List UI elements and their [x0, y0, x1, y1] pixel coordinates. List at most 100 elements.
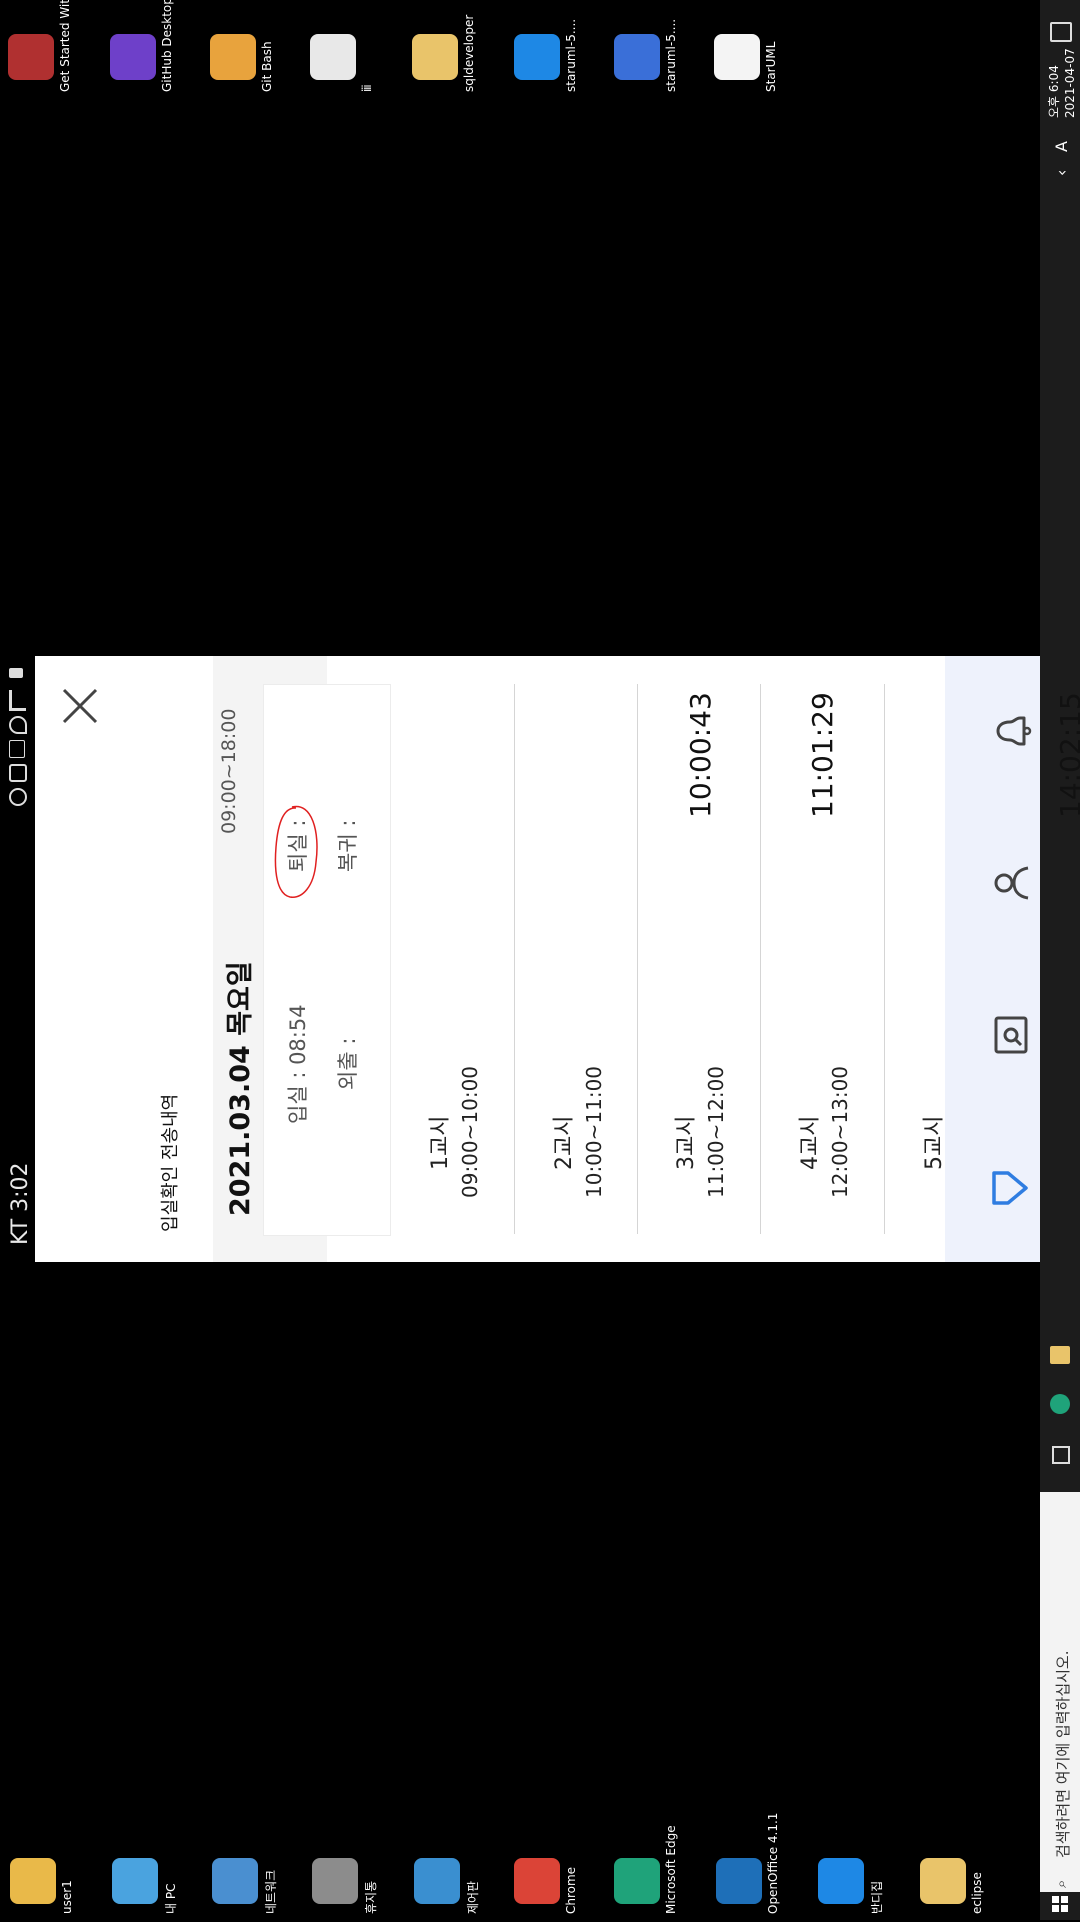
- clock-time: 오후 6:04: [1047, 65, 1061, 118]
- row-divider: [760, 684, 761, 1234]
- period-range: 12:00~13:00: [828, 1065, 852, 1198]
- close-button[interactable]: [60, 686, 100, 726]
- desktop-icon-label: 휴지통: [364, 1880, 378, 1914]
- period-range: 11:00~12:00: [704, 1065, 728, 1198]
- desktop-icon[interactable]: staruml-5....: [514, 19, 578, 98]
- period-name: 5교시: [922, 1115, 947, 1170]
- zip-icon: [514, 34, 560, 80]
- network-icon: [212, 1858, 258, 1904]
- period-checkin-time: 11:01:29: [806, 692, 839, 818]
- desktop-icon-label: staruml-5....: [564, 18, 578, 92]
- profile-icon: [994, 866, 1029, 900]
- folder-icon: [412, 34, 458, 80]
- pc-icon: [112, 1858, 158, 1904]
- github-icon: [110, 34, 156, 80]
- oracle-icon: [8, 34, 54, 80]
- desktop-icon-label: Git Bash: [260, 41, 274, 92]
- desktop-icon[interactable]: 네트워크: [212, 1858, 278, 1922]
- control-panel-icon: [414, 1858, 460, 1904]
- action-center-icon[interactable]: [1050, 22, 1072, 42]
- desktop-icon[interactable]: Microsoft Edge: [614, 1825, 678, 1922]
- eclipse-icon: [920, 1858, 966, 1904]
- checkin-time: 입실 : 08:54: [286, 1004, 310, 1124]
- desktop-icon-label: 내 PC: [164, 1883, 178, 1914]
- working-hours: 09:00~18:00: [218, 708, 240, 834]
- desktop-icon[interactable]: eclipse: [920, 1858, 984, 1922]
- page-title: 입실확인 전송내역: [160, 1093, 181, 1232]
- search-icon: ⌕: [1052, 1879, 1070, 1888]
- desktop-icon-label: StarUML: [764, 41, 778, 92]
- search-placeholder: 검색하려면 여기에 입력하십시오.: [1054, 1650, 1072, 1858]
- desktop-icon-label: user1: [60, 1880, 74, 1914]
- desktop-icon-label: staruml-5....: [664, 18, 678, 92]
- period-name: 4교시: [798, 1115, 823, 1170]
- nav-calendar-button[interactable]: [990, 1014, 1032, 1056]
- desktop-icon[interactable]: ⅲ: [310, 34, 374, 98]
- taskbar-app-edge-icon[interactable]: [1050, 1394, 1070, 1414]
- desktop-icon[interactable]: sqldeveloper: [412, 15, 476, 98]
- start-windows-icon[interactable]: [1052, 1896, 1068, 1912]
- desktop-icon[interactable]: Chrome: [514, 1858, 578, 1922]
- desktop-icon[interactable]: staruml-5....: [614, 19, 678, 98]
- recycle-bin-icon: [312, 1858, 358, 1904]
- hd-icon: [9, 740, 25, 758]
- bell-icon: [996, 716, 1032, 746]
- row-divider: [637, 684, 638, 1234]
- row-divider: [514, 684, 515, 1234]
- period-checkin-time: 14:02:15: [1054, 692, 1080, 818]
- ime-indicator[interactable]: A: [1052, 141, 1071, 152]
- desktop-icon-label: 네트워크: [264, 1869, 278, 1914]
- alarm-icon: [9, 788, 27, 806]
- desktop-icon[interactable]: StarUML: [714, 34, 778, 98]
- desktop-icon[interactable]: OpenOffice 4.1.1: [716, 1813, 780, 1922]
- task-view-icon[interactable]: [1052, 1446, 1070, 1464]
- outing-label: 외출 :: [336, 1037, 360, 1090]
- document-icon: [310, 34, 356, 80]
- nav-notification-button[interactable]: [990, 710, 1032, 752]
- desktop-icon-label: OpenOffice 4.1.1: [766, 1812, 780, 1914]
- git-bash-icon: [210, 34, 256, 80]
- bandizip-icon: [818, 1858, 864, 1904]
- return-label: 복귀 :: [336, 819, 360, 872]
- app-screen: [35, 656, 1040, 1262]
- desktop-icon-label: Get Started With Orac...: [58, 0, 72, 92]
- calendar-icon: [994, 1016, 1028, 1054]
- desktop-icon-label: sqldeveloper: [462, 14, 476, 92]
- nav-profile-button[interactable]: [990, 862, 1032, 904]
- clock-date: 2021-04-07: [1063, 48, 1077, 118]
- phone-status-icons: [9, 668, 27, 806]
- period-name: 1교시: [428, 1115, 453, 1170]
- attendance-date: 2021.03.04 목요일: [225, 961, 256, 1216]
- desktop-icon[interactable]: 제어판: [414, 1858, 480, 1922]
- carrier-time: KT 3:02: [8, 1162, 33, 1245]
- taskbar-app-folder-icon[interactable]: [1050, 1346, 1070, 1364]
- desktop-icon-label: GitHub Desktop: [160, 0, 174, 92]
- home-icon: [992, 1171, 1028, 1205]
- desktop-icon[interactable]: 휴지통: [312, 1858, 378, 1922]
- mute-icon: [9, 764, 27, 782]
- signal-icon: [9, 690, 26, 711]
- desktop-icon-label: Chrome: [564, 1866, 578, 1914]
- desktop-icon-label: 제어판: [466, 1880, 480, 1914]
- desktop-icon-label: 반디집: [870, 1880, 884, 1914]
- taskbar-clock[interactable]: 오후 6:04 2021-04-07: [1046, 48, 1078, 118]
- installer-icon: [614, 34, 660, 80]
- nav-home-button[interactable]: [990, 1167, 1032, 1209]
- desktop-icon[interactable]: 내 PC: [112, 1858, 178, 1922]
- tray-chevron-icon[interactable]: ‹: [1052, 170, 1071, 176]
- desktop-icon[interactable]: user1: [10, 1858, 74, 1922]
- desktop-icon[interactable]: Git Bash: [210, 34, 274, 98]
- annotation-circle: [274, 805, 318, 898]
- period-range: 09:00~10:00: [458, 1065, 482, 1198]
- desktop-icon[interactable]: GitHub Desktop: [110, 0, 174, 98]
- wifi-icon: [9, 716, 27, 734]
- desktop-icon-label: ⅲ: [360, 84, 374, 92]
- battery-icon: [9, 668, 23, 678]
- desktop-icon-label: Microsoft Edge: [664, 1825, 678, 1914]
- desktop-icon[interactable]: Get Started With Orac...: [8, 0, 72, 98]
- attendance-card: [263, 684, 391, 1236]
- desktop-icon[interactable]: 반디집: [818, 1858, 884, 1922]
- user-folder-icon: [10, 1858, 56, 1904]
- openoffice-icon: [716, 1858, 762, 1904]
- period-checkin-time: 10:00:43: [684, 692, 717, 818]
